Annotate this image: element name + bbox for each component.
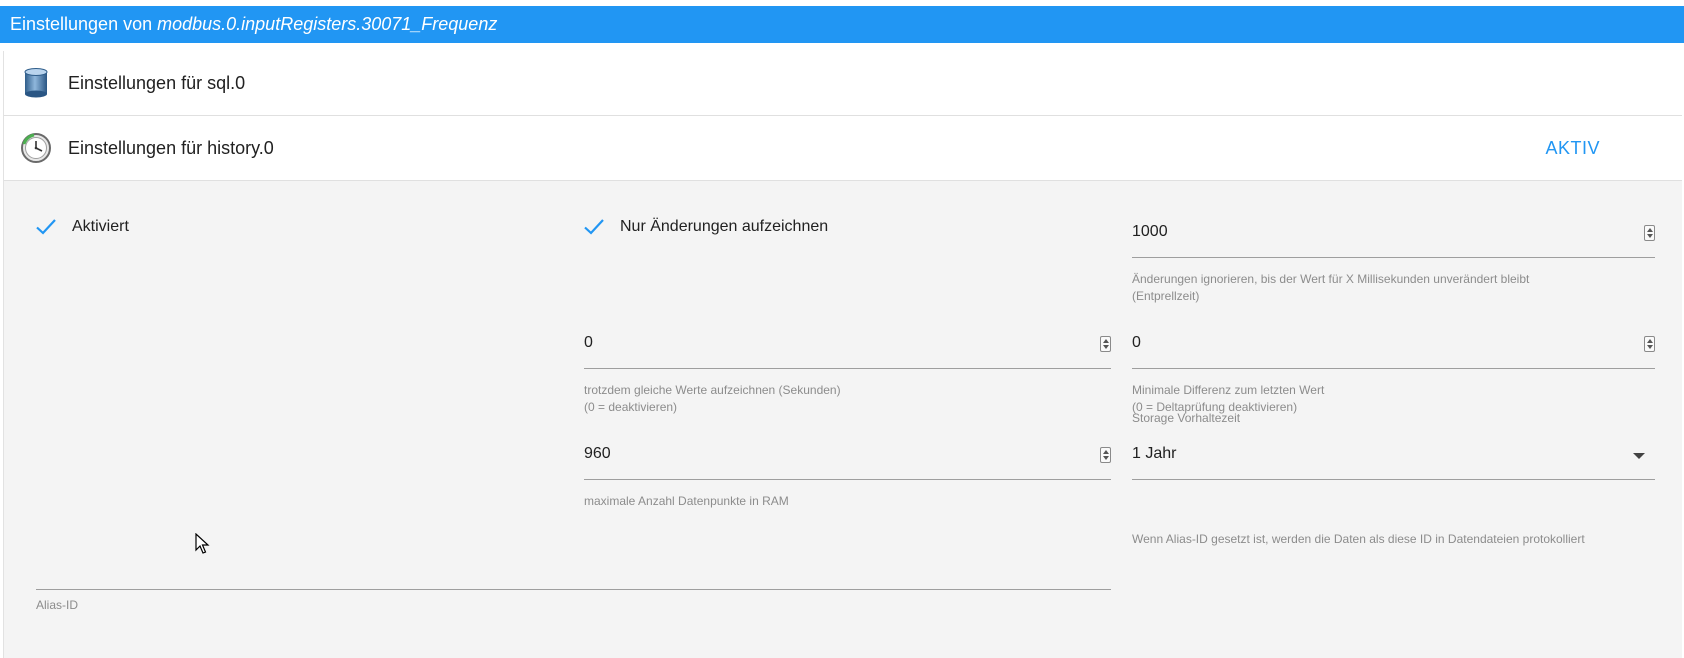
adapter-label-sql: Einstellungen für sql.0 [68,73,246,93]
change-interval-helper: trotzdem gleiche Werte aufzeichnen (Seku… [584,383,841,414]
dropdown-arrow-icon [1633,453,1645,459]
clock-icon [21,133,51,163]
settings-panel: Einstellungen für sql.0 Einstellungen fü… [3,51,1682,658]
enabled-checkbox[interactable]: Aktiviert [34,212,129,242]
adapter-status-badge: AKTIV [1545,138,1600,158]
database-icon [24,68,48,98]
retention-select[interactable]: 1 Jahr [1132,435,1655,480]
adapter-row-history[interactable]: Einstellungen für history.0 AKTIV [4,116,1682,181]
alias-id-label: Alias-ID [36,598,79,612]
debounce-input[interactable]: 1000 [1132,213,1655,258]
change-interval-input[interactable]: 0 [584,324,1111,369]
min-difference-input[interactable]: 0 [1132,324,1655,369]
dialog-title-bar: Einstellungen von modbus.0.inputRegister… [0,6,1684,43]
number-spinner-icon[interactable] [1100,336,1111,352]
retention-selected-value: 1 Jahr [1132,445,1177,462]
max-ram-input[interactable]: 960 [584,435,1111,480]
changes-only-checkbox[interactable]: Nur Änderungen aufzeichnen [582,212,828,242]
debounce-value: 1000 [1132,223,1168,240]
dialog-title-prefix: Einstellungen von [10,14,158,34]
retention-label: Storage Vorhaltezeit [1132,411,1241,425]
alias-helper: Wenn Alias-ID gesetzt ist, werden die Da… [1132,532,1585,546]
checkmark-icon [584,219,604,235]
number-spinner-icon[interactable] [1100,447,1111,463]
number-spinner-icon[interactable] [1644,336,1655,352]
min-difference-value: 0 [1132,334,1141,351]
history-settings-section: Aktiviert Nur Änderungen aufzeichnen 100… [4,181,1682,658]
mouse-pointer-icon [195,533,210,554]
max-ram-helper: maximale Anzahl Datenpunkte in RAM [584,494,789,508]
adapter-row-sql[interactable]: Einstellungen für sql.0 [4,51,1682,116]
debounce-helper: Änderungen ignorieren, bis der Wert für … [1132,272,1530,303]
checkmark-icon [36,219,56,235]
adapter-label-history: Einstellungen für history.0 [68,138,274,158]
max-ram-value: 960 [584,445,611,462]
number-spinner-icon[interactable] [1644,225,1655,241]
dialog-title-object-id: modbus.0.inputRegisters.30071_Frequenz [157,14,498,34]
change-interval-value: 0 [584,334,593,351]
enabled-label: Aktiviert [72,218,129,235]
changes-only-label: Nur Änderungen aufzeichnen [620,218,829,235]
